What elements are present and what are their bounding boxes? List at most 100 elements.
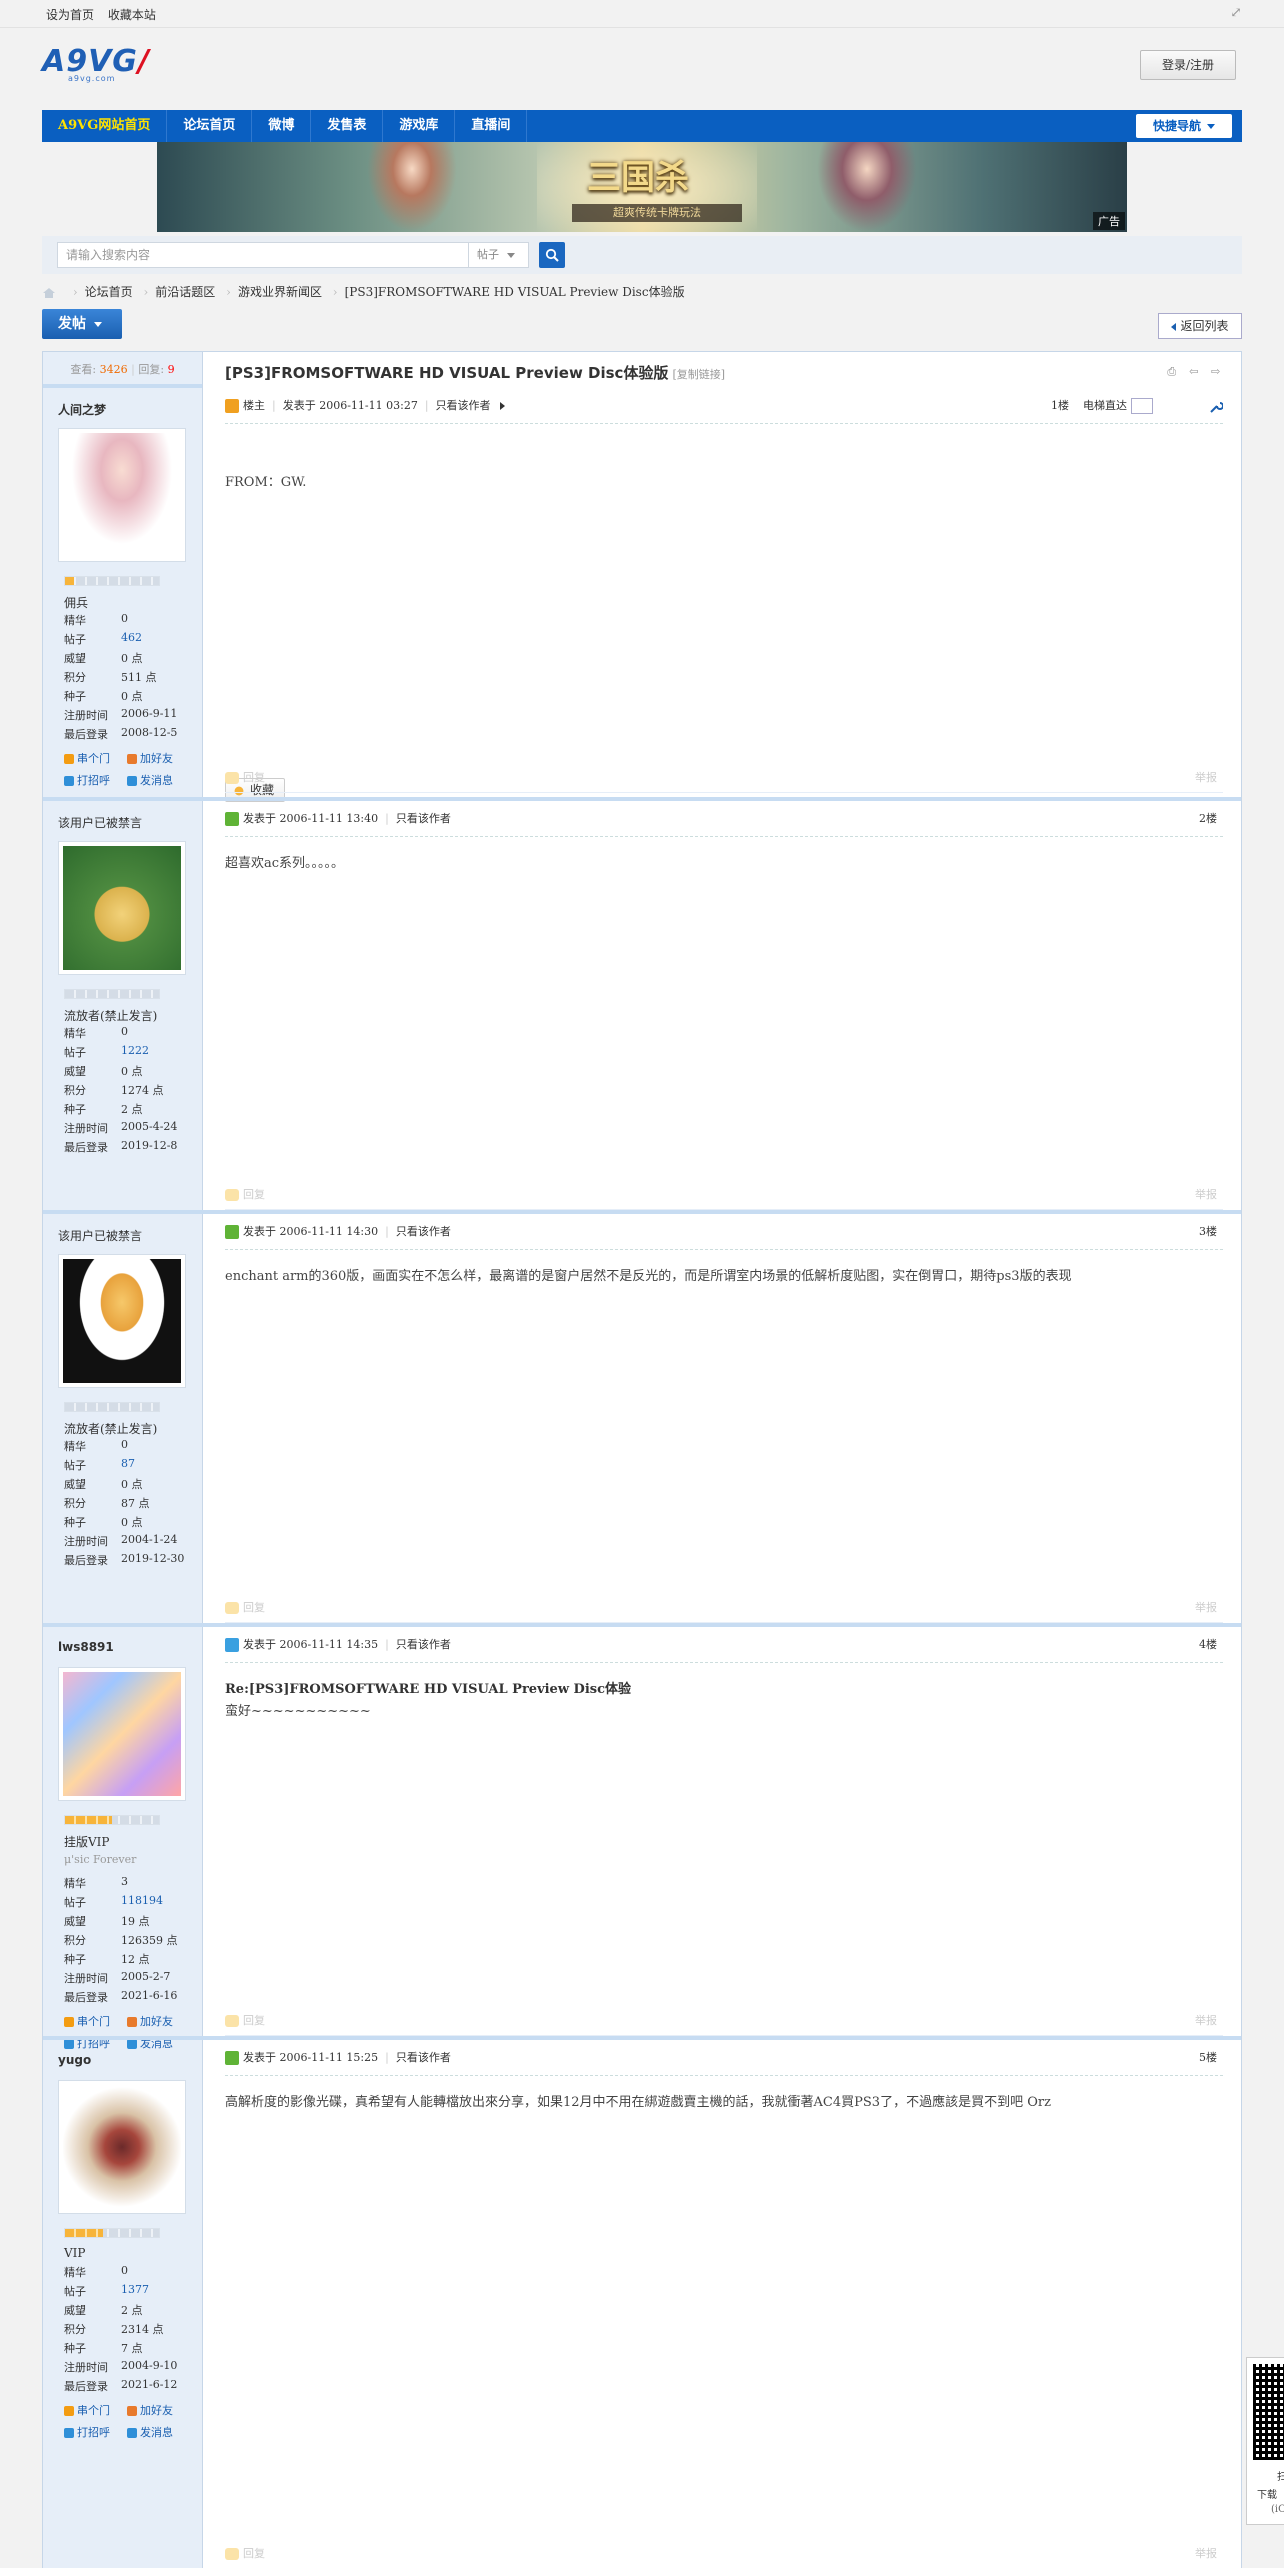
banner-figure-right [817, 142, 917, 232]
thread-title-row: [PS3]FROMSOFTWARE HD VISUAL Preview Disc… [225, 352, 1225, 388]
breadcrumb-forum-home[interactable]: 论坛首页 [85, 285, 133, 299]
report-link[interactable]: 举报 [1195, 2006, 1217, 2036]
home-icon[interactable] [42, 287, 56, 299]
ad-banner[interactable]: 三国杀 超爽传统卡牌玩法 广告 [157, 142, 1127, 232]
post-meta: 发表于 2006-11-11 13:40 | 只看该作者 2楼 [225, 801, 1223, 837]
app-qr-code[interactable]: 扫 下载 (iO [1246, 2357, 1284, 2525]
nav-item-live[interactable]: 直播间 [455, 110, 528, 142]
search-input[interactable]: 请输入搜索内容 [57, 242, 469, 268]
author-name[interactable]: lws8891 [43, 1627, 203, 1671]
set-home-link[interactable]: 设为首页 [46, 8, 94, 22]
avatar[interactable] [58, 841, 186, 975]
reply-link[interactable]: 回复 [243, 771, 265, 784]
caret-right-icon[interactable] [500, 402, 506, 410]
post-footer: 回复 举报 [225, 2539, 1223, 2568]
user-stats: 精华 0 帖子 1222 威望 0 点积分 1274 点种子 2 点注册时间 2005-4-24… [64, 1025, 194, 1158]
author-name[interactable]: 人间之梦 [43, 388, 203, 432]
floor-number[interactable]: 5楼 [1199, 2040, 1217, 2076]
nav-item-release-schedule[interactable]: 发售表 [311, 110, 384, 142]
wrench-icon[interactable] [1209, 400, 1223, 414]
nav-item-weibo[interactable]: 微博 [252, 110, 312, 142]
fullscreen-icon[interactable]: ⤢ [1230, 5, 1242, 21]
copy-link[interactable]: [复制链接] [672, 368, 725, 381]
avatar[interactable] [58, 1667, 186, 1801]
back-to-list-button[interactable]: 返回列表 [1158, 313, 1242, 339]
greet-button[interactable]: 打招呼 [64, 2422, 127, 2444]
top-links: 设为首页 收藏本站 [46, 6, 166, 23]
greet-button[interactable]: 打招呼 [64, 770, 127, 792]
post-author: lws8891 挂版VIP μ'sic Forever 精华 3 帖子 118194 威望 19… [43, 1627, 203, 2050]
user-stat-row: 精华 0 [64, 1438, 128, 1453]
author-name[interactable]: yugo [43, 2040, 203, 2084]
view-count: 3426 [99, 363, 128, 376]
breadcrumb-thread[interactable]: [PS3]FROMSOFTWARE HD VISUAL Preview Disc… [345, 285, 685, 299]
quick-nav-button[interactable]: 快捷导航 [1136, 114, 1232, 138]
post-author: 人间之梦 佣兵 精华 0 帖子 462 威望 0 点积分 511 点种子 0 点注册时间 2006-… [43, 388, 203, 797]
print-icon[interactable]: ⎙ [1167, 365, 1181, 378]
user-stat-row: 帖子 1377 [64, 2283, 149, 2298]
message-button[interactable]: 发消息 [127, 770, 190, 792]
post-author: 该用户已被禁言 流放者(禁止发言) 精华 0 帖子 1222 威望 0 点积分 1274 点种子… [43, 801, 203, 1210]
user-stat-row: 帖子 462 [64, 631, 142, 646]
only-author-link[interactable]: 只看该作者 [396, 1225, 451, 1238]
report-link[interactable]: 举报 [1195, 1593, 1217, 1623]
report-link[interactable]: 举报 [1195, 2539, 1217, 2568]
avatar-image [63, 433, 181, 557]
login-register-button[interactable]: 登录/注册 [1140, 50, 1236, 80]
search-type-select[interactable]: 帖子 [469, 242, 529, 268]
avatar[interactable] [58, 428, 186, 562]
nav-item-game-library[interactable]: 游戏库 [383, 110, 456, 142]
site-logo[interactable]: A9VG/ a9vg.com [42, 44, 182, 83]
reply-link[interactable]: 回复 [243, 1601, 265, 1614]
floor-number[interactable]: 2楼 [1199, 801, 1217, 837]
prev-thread-icon[interactable]: ⇦ [1189, 365, 1203, 378]
avatar-image [63, 846, 181, 970]
site-header: A9VG/ a9vg.com 登录/注册 [42, 28, 1242, 108]
add-friend-button[interactable]: 加好友 [127, 2011, 190, 2033]
user-motto: μ'sic Forever [64, 1853, 137, 1866]
reply-link[interactable]: 回复 [243, 2014, 265, 2027]
avatar[interactable] [58, 1254, 186, 1388]
user-stat-row: 威望 0 点 [64, 1065, 143, 1078]
reply-link[interactable]: 回复 [243, 1188, 265, 1201]
breadcrumb-board[interactable]: 游戏业界新闻区 [238, 285, 322, 299]
thread-tools: ⎙ ⇦ ⇨ [1163, 364, 1225, 378]
visit-button[interactable]: 串个门 [64, 2400, 127, 2422]
nav-item-site-home[interactable]: A9VG网站首页 [42, 110, 168, 142]
search-icon [545, 248, 559, 262]
next-thread-icon[interactable]: ⇨ [1211, 365, 1225, 378]
user-stat-row: 种子 0 点 [64, 690, 143, 703]
message-icon [127, 2428, 137, 2438]
add-friend-button[interactable]: 加好友 [127, 748, 190, 770]
floor-number[interactable]: 4楼 [1199, 1627, 1217, 1663]
visit-button[interactable]: 串个门 [64, 748, 127, 770]
search-button[interactable] [539, 242, 565, 268]
banner-subtitle: 超爽传统卡牌玩法 [572, 204, 742, 222]
user-stat-row: 精华 0 [64, 612, 128, 627]
only-author-link[interactable]: 只看该作者 [396, 812, 451, 825]
visit-icon [64, 2017, 74, 2027]
add-friend-button[interactable]: 加好友 [127, 2400, 190, 2422]
owner-label: 楼主 [243, 399, 265, 412]
bookmark-link[interactable]: 收藏本站 [108, 8, 156, 22]
thread-title: [PS3]FROMSOFTWARE HD VISUAL Preview Disc… [225, 364, 726, 382]
new-post-button[interactable]: 发帖 [42, 309, 122, 339]
visit-button[interactable]: 串个门 [64, 2011, 127, 2033]
breadcrumb: › 论坛首页 › 前沿话题区 › 游戏业界新闻区 › [PS3]FROMSOFTWARE… [42, 283, 685, 301]
avatar[interactable] [58, 2080, 186, 2214]
report-link[interactable]: 举报 [1195, 763, 1217, 793]
only-author-link[interactable]: 只看该作者 [396, 1638, 451, 1651]
chevron-down-icon [507, 252, 515, 258]
only-author-link[interactable]: 只看该作者 [396, 2051, 451, 2064]
message-button[interactable]: 发消息 [127, 2422, 190, 2444]
reply-link[interactable]: 回复 [243, 2547, 265, 2560]
floor-jump-input[interactable] [1131, 398, 1153, 414]
floor-number[interactable]: 3楼 [1199, 1214, 1217, 1250]
report-link[interactable]: 举报 [1195, 1180, 1217, 1210]
breadcrumb-section[interactable]: 前沿话题区 [155, 285, 215, 299]
user-rank: 流放者(禁止发言) [64, 1009, 158, 1023]
floor-number[interactable]: 1楼 [1051, 399, 1069, 412]
only-author-link[interactable]: 只看该作者 [436, 399, 491, 412]
user-stat-row: 精华 3 [64, 1875, 128, 1890]
nav-item-forum-home[interactable]: 论坛首页 [167, 110, 253, 142]
